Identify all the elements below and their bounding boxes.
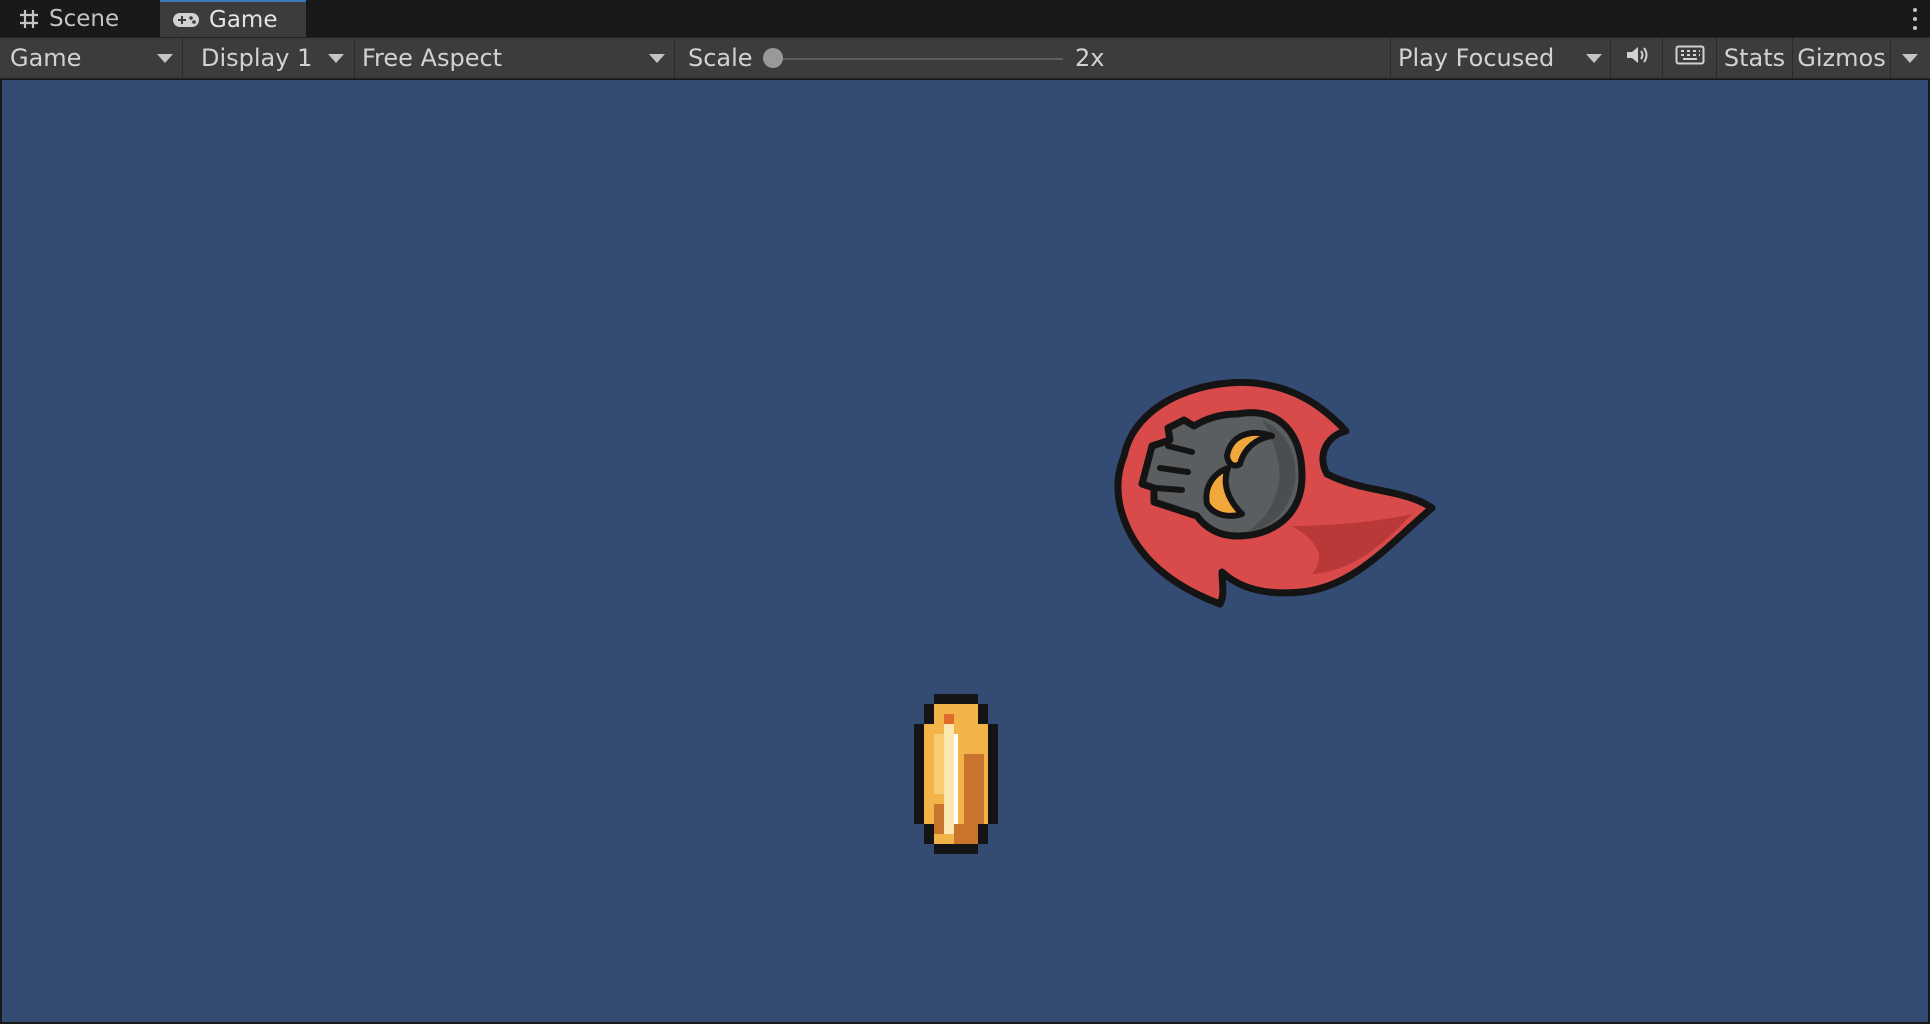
tab-game-label: Game [209, 6, 278, 33]
game-viewport[interactable] [2, 80, 1928, 1022]
stats-button[interactable]: Stats [1717, 38, 1793, 78]
tab-strip: Scene Game [0, 0, 1930, 38]
gamepad-icon [172, 11, 200, 29]
scale-control: Scale 2x [675, 38, 1391, 78]
chevron-down-icon [1902, 54, 1918, 63]
tab-game[interactable]: Game [160, 0, 306, 37]
display-dropdown[interactable]: Display 1 [183, 38, 355, 78]
tab-scene-label: Scene [49, 5, 120, 32]
aspect-value: Free Aspect [362, 44, 503, 72]
gizmos-label: Gizmos [1797, 44, 1886, 72]
play-mode-value: Play Focused [1398, 44, 1555, 72]
scale-slider-track[interactable] [775, 58, 1063, 60]
play-mode-dropdown[interactable]: Play Focused [1391, 38, 1611, 78]
scale-label: Scale [688, 44, 753, 72]
chevron-down-icon [328, 54, 344, 63]
stats-label: Stats [1723, 44, 1786, 72]
flaming-skull-sprite [1114, 378, 1436, 608]
view-mode-value: Game [10, 44, 82, 72]
chevron-down-icon [157, 54, 173, 63]
view-mode-dropdown[interactable]: Game [0, 38, 183, 78]
keyboard-shortcuts-button[interactable] [1663, 38, 1717, 78]
gold-coin-sprite [914, 694, 998, 854]
display-value: Display 1 [201, 44, 313, 72]
aspect-dropdown[interactable]: Free Aspect [355, 38, 675, 78]
chevron-down-icon [1586, 54, 1602, 63]
scale-slider-handle[interactable] [763, 48, 783, 68]
keyboard-icon [1675, 44, 1705, 72]
gizmos-button[interactable]: Gizmos [1793, 38, 1891, 78]
mute-audio-button[interactable] [1611, 38, 1663, 78]
speaker-icon [1624, 44, 1650, 72]
grid-icon [18, 8, 40, 30]
scale-value: 2x [1075, 44, 1105, 72]
game-view-window: Scene Game Game Display 1 Free Aspect Sc… [0, 0, 1930, 1024]
gizmos-dropdown[interactable] [1891, 38, 1930, 78]
game-toolbar: Game Display 1 Free Aspect Scale 2x Play… [0, 38, 1930, 79]
more-options-icon[interactable] [1908, 6, 1922, 32]
tab-scene[interactable]: Scene [0, 0, 160, 37]
chevron-down-icon [649, 54, 665, 63]
